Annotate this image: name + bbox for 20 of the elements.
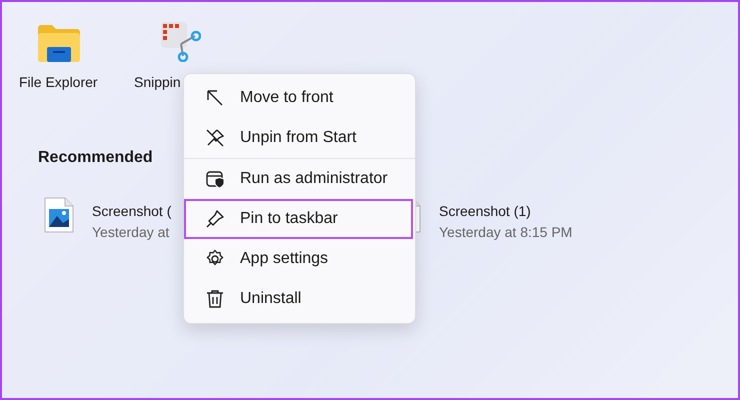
file-name[interactable]: Screenshot ( [92, 203, 172, 219]
menu-item[interactable]: Uninstall [184, 279, 415, 319]
trash-icon [205, 289, 225, 309]
file-name[interactable]: Screenshot (1) [439, 203, 572, 219]
folder-icon [38, 24, 80, 62]
file-time: Yesterday at [92, 224, 170, 240]
unpin-icon [205, 128, 225, 148]
menu-item[interactable]: App settings [184, 239, 415, 279]
menu-item[interactable]: Move to front [184, 78, 415, 118]
menu-item[interactable]: Run as administrator [184, 159, 415, 199]
shield-icon [205, 169, 225, 189]
app-label[interactable]: Snippin [131, 74, 181, 90]
file-time: Yesterday at 8:15 PM [439, 224, 572, 240]
image-file-icon [44, 197, 74, 233]
app-label[interactable]: File Explorer [16, 74, 98, 90]
pin-icon [205, 209, 225, 229]
section-heading: Recommended [38, 149, 154, 167]
scissors-icon [159, 20, 201, 62]
arrow-icon [205, 88, 225, 108]
menu-item[interactable]: Unpin from Start [184, 118, 415, 158]
